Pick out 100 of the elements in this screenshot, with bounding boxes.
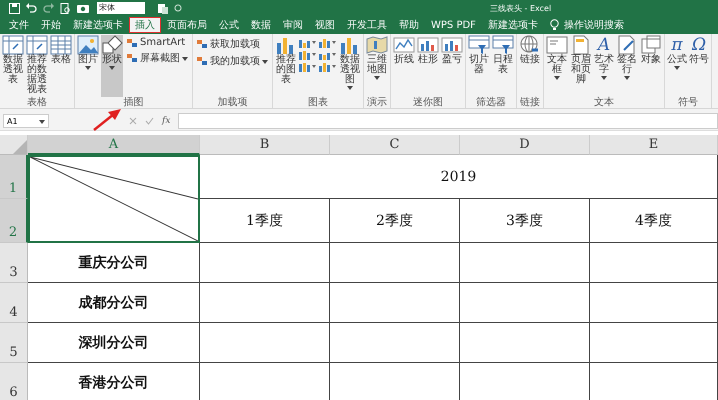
- ribbon-tab[interactable]: 开发工具: [341, 17, 393, 33]
- table-cell: 重庆分公司: [28, 243, 200, 283]
- paste-icon[interactable]: [157, 2, 168, 14]
- group-label: 加载项: [216, 97, 248, 108]
- column-header[interactable]: D: [460, 135, 590, 155]
- group-label: 符号: [677, 97, 699, 108]
- ribbon-button[interactable]: 图片: [77, 35, 99, 97]
- ribbon-button[interactable]: 盈亏: [441, 35, 463, 97]
- formula-input[interactable]: [178, 113, 718, 129]
- row-header[interactable]: 1: [0, 155, 28, 199]
- insert-function-button[interactable]: fx: [162, 116, 170, 126]
- app-icon: [197, 56, 208, 66]
- window-title: 三线表头 - Excel: [490, 3, 552, 14]
- group-label: 插图: [122, 97, 144, 108]
- ribbon-button[interactable]: 页眉和页脚: [570, 35, 592, 97]
- ribbon-tab[interactable]: 公式: [213, 17, 245, 33]
- caret-icon: [674, 66, 680, 70]
- print-preview-icon[interactable]: [60, 2, 71, 14]
- ribbon-button[interactable]: 文本框: [546, 35, 568, 97]
- chart-type-icon[interactable]: [319, 61, 337, 72]
- ribbon-button[interactable]: Ω 符号: [689, 35, 709, 97]
- ribbon-tab[interactable]: 审阅: [277, 17, 309, 33]
- ribbon-tab[interactable]: 数据: [245, 17, 277, 33]
- tell-me-search[interactable]: 操作说明搜索: [564, 18, 624, 32]
- table-cell: 成都分公司: [28, 283, 200, 323]
- ribbon-button[interactable]: 推荐的图表: [275, 35, 297, 97]
- ribbon-button[interactable]: π 公式: [667, 35, 687, 97]
- corner-triangle-icon: [13, 140, 27, 154]
- ribbon-tab[interactable]: WPS PDF: [425, 17, 482, 33]
- row-header[interactable]: 6: [0, 363, 28, 400]
- ribbon-button[interactable]: 我的加载项: [195, 54, 270, 68]
- ribbon-button[interactable]: SmartArt: [125, 37, 190, 48]
- table-cell: 2019: [200, 155, 718, 199]
- group-label: 图表: [307, 97, 329, 108]
- ribbon-tab[interactable]: 视图: [309, 17, 341, 33]
- check-icon[interactable]: [145, 117, 154, 125]
- ribbon-button[interactable]: 推荐的数据透视表: [26, 35, 48, 97]
- ribbon-button[interactable]: 三维地图: [366, 35, 388, 97]
- app-icon: [197, 39, 208, 49]
- undo-icon[interactable]: [26, 2, 37, 14]
- ribbon-button[interactable]: 签名行: [616, 35, 638, 97]
- table-cell: 3季度: [460, 199, 590, 243]
- column-header[interactable]: E: [590, 135, 718, 155]
- chart-type-icon[interactable]: [299, 61, 317, 72]
- ribbon-tab[interactable]: 开始: [35, 17, 67, 33]
- ribbon-button[interactable]: 数据透视表: [2, 35, 24, 97]
- group-label: 筛选器: [475, 97, 507, 108]
- redo-icon[interactable]: [43, 2, 54, 14]
- table-cell: 深圳分公司: [28, 323, 200, 363]
- ribbon-tab[interactable]: 文件: [3, 17, 35, 33]
- chart-type-icon[interactable]: [299, 37, 317, 48]
- caret-icon: [85, 66, 91, 70]
- group-label: 演示: [366, 97, 388, 108]
- name-box[interactable]: A1: [3, 114, 49, 128]
- caret-icon: [624, 76, 630, 80]
- column-header[interactable]: A: [28, 135, 200, 155]
- group-label: 表格: [26, 97, 48, 108]
- ribbon-button[interactable]: 链接: [519, 35, 541, 97]
- table-cell: 1季度: [200, 199, 330, 243]
- ribbon-button[interactable]: 数据透视图: [339, 35, 361, 97]
- app-icon: [127, 53, 138, 63]
- ribbon-tab[interactable]: 新建选项卡: [67, 17, 129, 33]
- caret-icon: [554, 76, 560, 80]
- ribbon-button[interactable]: 柱形: [417, 35, 439, 97]
- caret-icon: [182, 56, 188, 60]
- caret-icon: [374, 76, 380, 80]
- row-header[interactable]: 5: [0, 323, 28, 363]
- camera-icon[interactable]: [77, 3, 89, 13]
- row-header[interactable]: 4: [0, 283, 28, 323]
- chart-type-icon[interactable]: [319, 37, 337, 48]
- group-label: 文本: [593, 97, 615, 108]
- ribbon-button[interactable]: 日程表: [492, 35, 514, 97]
- table-cell: 4季度: [590, 199, 718, 243]
- ribbon-tab[interactable]: 新建选项卡: [482, 17, 544, 33]
- ribbon-button[interactable]: 形状: [101, 35, 123, 97]
- caret-icon: [347, 86, 353, 90]
- ribbon-button[interactable]: 表格: [50, 35, 72, 97]
- chart-type-icon[interactable]: [299, 49, 317, 60]
- ribbon-tab[interactable]: 页面布局: [161, 17, 213, 33]
- caret-icon: [601, 76, 607, 80]
- save-icon[interactable]: [9, 2, 20, 14]
- font-field[interactable]: 宋体: [97, 2, 145, 14]
- column-header[interactable]: C: [330, 135, 460, 155]
- ribbon-button[interactable]: 获取加载项: [195, 37, 270, 51]
- ribbon-button[interactable]: 屏幕截图: [125, 51, 190, 65]
- ribbon-button[interactable]: 切片器: [468, 35, 490, 97]
- ribbon-tab[interactable]: 插入: [129, 17, 161, 33]
- image-icon: [77, 35, 99, 55]
- ribbon-button[interactable]: A 艺术字: [594, 35, 614, 97]
- ribbon-button[interactable]: 对象: [640, 35, 662, 97]
- ribbon-button[interactable]: 折线: [393, 35, 415, 97]
- group-label: 链接: [519, 97, 541, 108]
- column-header[interactable]: B: [200, 135, 330, 155]
- map-icon: [366, 35, 388, 55]
- caret-icon: [39, 120, 45, 124]
- row-header[interactable]: 3: [0, 243, 28, 283]
- ribbon-tab[interactable]: 帮助: [393, 17, 425, 33]
- circle-icon[interactable]: [174, 4, 182, 12]
- row-header[interactable]: 2: [0, 199, 28, 243]
- app-icon: [127, 38, 138, 48]
